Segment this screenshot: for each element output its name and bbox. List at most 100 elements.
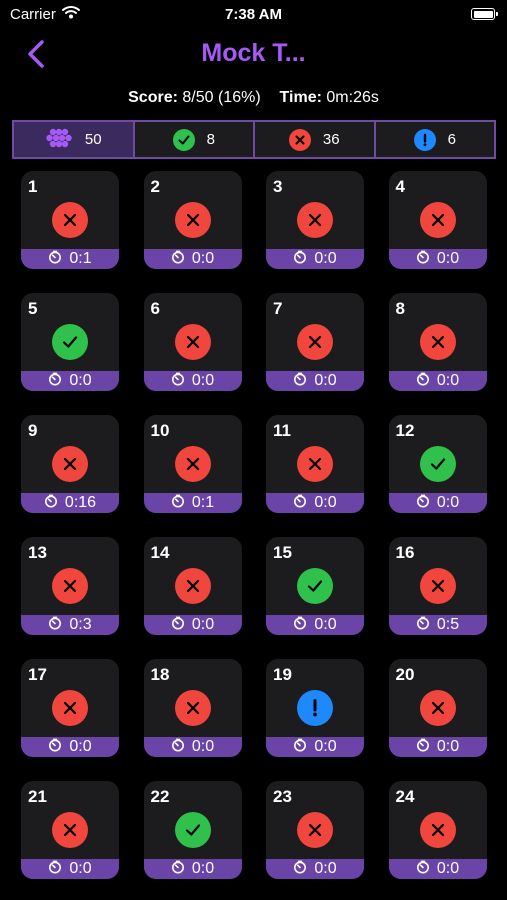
question-time: 0:3 xyxy=(69,616,92,633)
question-time-bar: 0:0 xyxy=(143,371,242,391)
question-time: 0:0 xyxy=(191,860,215,877)
question-card-5[interactable]: 5 0:0 xyxy=(21,293,119,391)
question-card-21[interactable]: 21 0:0 xyxy=(21,781,119,879)
wrong-status-icon xyxy=(419,690,456,726)
close-icon xyxy=(186,213,199,227)
close-icon xyxy=(308,335,322,349)
question-time-bar: 0:1 xyxy=(21,249,119,269)
wrong-status-icon xyxy=(174,568,211,604)
question-time: 0:0 xyxy=(314,860,337,877)
filter-all-count: 50 xyxy=(84,131,102,148)
question-card-10[interactable]: 10 0:1 xyxy=(143,415,242,513)
question-time: 0:5 xyxy=(436,616,460,633)
timer-icon xyxy=(293,250,307,269)
question-card-2[interactable]: 2 0:0 xyxy=(143,171,242,269)
timer-icon xyxy=(416,250,430,269)
check-circle-icon xyxy=(172,128,195,151)
filter-all-tab[interactable]: 50 xyxy=(14,122,135,157)
timer-icon xyxy=(48,372,62,391)
question-card-4[interactable]: 4 0:0 xyxy=(388,171,487,269)
wrong-status-icon xyxy=(419,324,456,360)
question-card-24[interactable]: 24 0:0 xyxy=(388,781,487,879)
wrong-status-icon xyxy=(174,324,211,360)
close-icon xyxy=(63,823,77,837)
exclamation-icon xyxy=(313,699,317,717)
question-card-7[interactable]: 7 0:0 xyxy=(266,293,364,391)
wrong-status-icon xyxy=(52,202,88,238)
question-time-bar: 0:0 xyxy=(388,737,487,757)
question-card-6[interactable]: 6 0:0 xyxy=(143,293,242,391)
question-time-bar: 0:0 xyxy=(388,371,487,391)
close-icon xyxy=(63,457,77,471)
question-time-bar: 0:0 xyxy=(266,615,364,635)
correct-status-icon xyxy=(419,446,456,482)
filter-skipped-tab[interactable]: 6 xyxy=(375,122,494,157)
question-card-23[interactable]: 23 0:0 xyxy=(266,781,364,879)
score-label: Score: xyxy=(128,89,178,106)
question-number: 12 xyxy=(395,421,415,440)
question-card-11[interactable]: 11 0:0 xyxy=(266,415,364,513)
question-time-bar: 0:3 xyxy=(21,615,119,635)
question-time-bar: 0:0 xyxy=(388,493,487,513)
filter-bar: 50 8 36 6 xyxy=(12,120,496,159)
question-number: 5 xyxy=(28,299,38,318)
question-card-13[interactable]: 13 0:3 xyxy=(21,537,119,635)
question-time: 0:0 xyxy=(314,738,337,755)
question-card-3[interactable]: 3 0:0 xyxy=(266,171,364,269)
question-time: 0:0 xyxy=(191,250,215,267)
question-time-bar: 0:0 xyxy=(143,249,242,269)
filter-wrong-tab[interactable]: 36 xyxy=(255,122,376,157)
close-icon xyxy=(431,335,444,349)
timer-icon xyxy=(416,860,430,879)
check-icon xyxy=(430,458,445,470)
question-time-bar: 0:16 xyxy=(21,493,119,513)
wrong-status-icon xyxy=(52,568,88,604)
wrong-status-icon xyxy=(297,202,333,238)
wrong-status-icon xyxy=(297,446,333,482)
question-card-16[interactable]: 16 0:5 xyxy=(388,537,487,635)
skipped-status-icon xyxy=(297,690,333,726)
question-card-20[interactable]: 20 0:0 xyxy=(388,659,487,757)
question-card-22[interactable]: 22 0:0 xyxy=(143,781,242,879)
close-icon xyxy=(186,701,199,715)
close-icon xyxy=(186,335,199,349)
close-icon xyxy=(308,457,322,471)
timer-icon xyxy=(171,860,185,879)
wrong-status-icon xyxy=(52,812,88,848)
question-time-bar: 0:0 xyxy=(21,859,119,879)
timer-icon xyxy=(416,372,430,391)
score-summary: Score: 8/50 (16%) Time: 0m:26s xyxy=(0,89,507,107)
timer-icon xyxy=(48,250,62,269)
question-card-17[interactable]: 17 0:0 xyxy=(21,659,119,757)
question-number: 3 xyxy=(273,177,283,196)
check-icon xyxy=(185,824,200,836)
close-icon xyxy=(186,579,199,593)
question-card-14[interactable]: 14 0:0 xyxy=(143,537,242,635)
page-title: Mock T... xyxy=(201,39,306,67)
close-icon xyxy=(431,213,444,227)
question-card-8[interactable]: 8 0:0 xyxy=(388,293,487,391)
question-card-1[interactable]: 1 0:1 xyxy=(21,171,119,269)
question-card-9[interactable]: 9 0:16 xyxy=(21,415,119,513)
question-time: 0:1 xyxy=(191,494,215,511)
question-time: 0:0 xyxy=(436,250,460,267)
filter-correct-count: 8 xyxy=(206,131,215,148)
question-time-bar: 0:0 xyxy=(266,737,364,757)
question-card-18[interactable]: 18 0:0 xyxy=(143,659,242,757)
question-card-12[interactable]: 12 0:0 xyxy=(388,415,487,513)
navigation-bar: Mock T... xyxy=(0,32,507,76)
question-time: 0:0 xyxy=(191,616,215,633)
question-time: 0:0 xyxy=(314,372,337,389)
timer-icon xyxy=(171,616,185,635)
question-time-bar: 0:0 xyxy=(143,859,242,879)
question-card-15[interactable]: 15 0:0 xyxy=(266,537,364,635)
question-number: 20 xyxy=(395,665,415,684)
question-card-19[interactable]: 19 0:0 xyxy=(266,659,364,757)
question-number: 8 xyxy=(395,299,405,318)
timer-icon xyxy=(416,494,430,513)
question-time: 0:0 xyxy=(69,860,92,877)
question-time-bar: 0:0 xyxy=(21,371,119,391)
filter-correct-tab[interactable]: 8 xyxy=(134,122,255,157)
question-number: 9 xyxy=(28,421,38,440)
close-icon xyxy=(63,701,77,715)
